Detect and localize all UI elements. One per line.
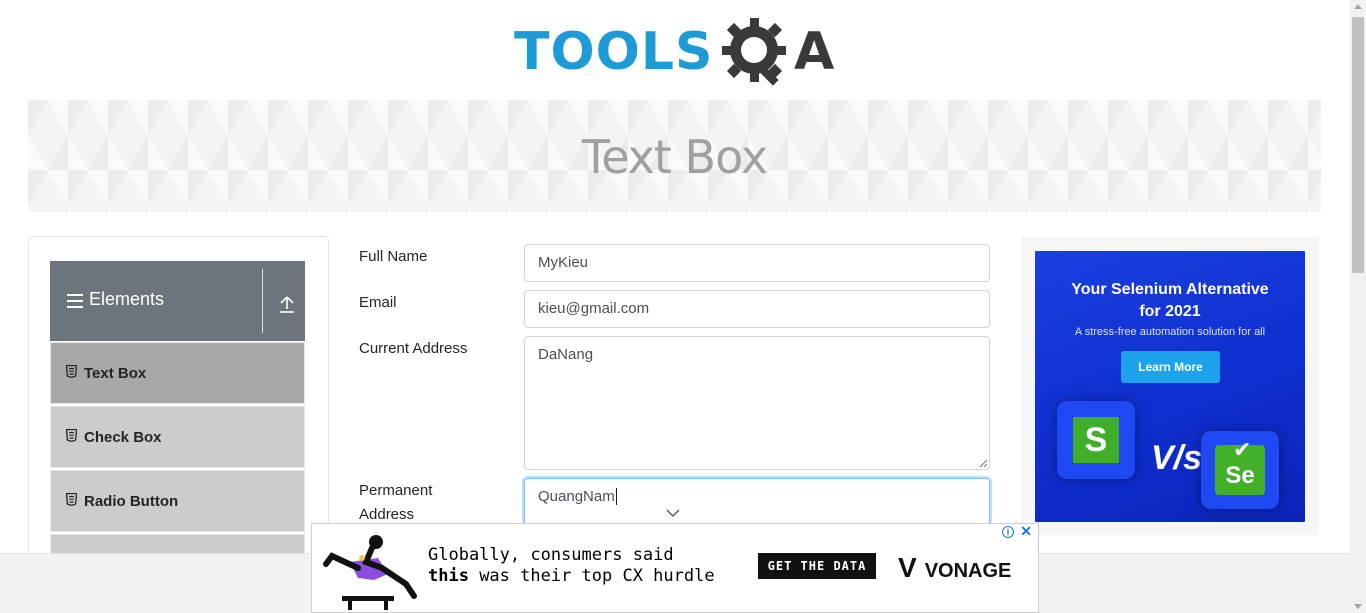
sidebar-item-radio-button[interactable]: Radio Button	[50, 470, 305, 532]
chevron-down-icon[interactable]	[665, 508, 681, 518]
bottom-ad-line2: this was their top CX hurdle	[428, 566, 715, 587]
get-the-data-button[interactable]: GET THE DATA	[758, 553, 876, 579]
resize-handle-icon[interactable]	[979, 459, 988, 468]
ad-info-icon[interactable]: i	[1002, 526, 1014, 538]
side-ad-title-line2: for 2021	[1139, 303, 1201, 320]
html-file-icon	[66, 429, 77, 442]
current-address-label: Current Address	[359, 340, 468, 357]
side-ad-title-line1: Your Selenium Alternative	[1071, 281, 1269, 298]
versus-text: V/s	[1151, 439, 1203, 477]
gear-magnifier-icon	[722, 18, 786, 86]
vonage-logo: V VONAGE	[898, 552, 1011, 584]
sidebar-item-label: Check Box	[84, 429, 162, 446]
logo-text-a: A	[794, 22, 835, 82]
side-ad-title: Your Selenium Alternative for 2021	[1035, 279, 1305, 323]
bottom-ad-line2-bold: this	[428, 566, 469, 586]
upload-icon[interactable]	[278, 294, 296, 314]
side-ad-subtitle: A stress-free automation solution for al…	[1074, 326, 1266, 338]
permanent-address-label-line1: Permanent	[359, 482, 433, 499]
hamburger-icon	[67, 294, 83, 308]
hurdle-runner-illustration	[323, 535, 417, 610]
permanent-address-value: QuangNam	[538, 488, 615, 505]
bottom-ad-line1: Globally, consumers said	[428, 545, 674, 565]
bottom-ad[interactable]: Globally, consumers said this was their …	[311, 523, 1039, 613]
page-banner: Text Box	[28, 100, 1321, 212]
group-header-divider	[262, 269, 263, 333]
html-file-icon	[66, 493, 77, 506]
full-name-input[interactable]: MyKieu	[524, 244, 990, 282]
vonage-mark-icon: V	[898, 552, 917, 583]
ad-close-icon[interactable]: ✕	[1020, 524, 1032, 538]
scroll-down-arrow-icon[interactable]	[1354, 604, 1362, 609]
sidebar-item-check-box[interactable]: Check Box	[50, 406, 305, 468]
full-name-label: Full Name	[359, 248, 428, 265]
sidebar-item-label: Text Box	[84, 365, 147, 382]
sidebar-item-label: Radio Button	[84, 493, 179, 510]
sahi-logo-icon: S	[1057, 401, 1135, 479]
email-input[interactable]: kieu@gmail.com	[524, 290, 990, 328]
text-cursor	[615, 488, 617, 505]
bottom-ad-text: Globally, consumers said this was their …	[428, 545, 715, 587]
sahi-logo-letter: S	[1073, 417, 1119, 463]
scroll-up-arrow-icon[interactable]	[1354, 4, 1362, 9]
sidebar-group-elements[interactable]: Elements	[50, 261, 305, 341]
vonage-brand-text: VONAGE	[924, 560, 1012, 582]
page-scrollbar[interactable]	[1350, 0, 1366, 613]
bottom-ad-line2-rest: was their top CX hurdle	[468, 566, 715, 586]
html-file-icon	[66, 365, 77, 378]
scroll-thumb[interactable]	[1352, 17, 1364, 273]
side-ad[interactable]: Your Selenium Alternative for 2021 A str…	[1035, 251, 1305, 522]
current-address-textarea[interactable]: DaNang	[524, 336, 990, 470]
email-label: Email	[359, 294, 397, 311]
selenium-logo-icon: Se ✔	[1201, 431, 1279, 509]
page-title: Text Box	[581, 130, 768, 184]
sidebar-group-title: Elements	[89, 289, 165, 309]
sidebar-item-text-box[interactable]: Text Box	[50, 342, 305, 404]
logo-text-tools: TOOLS	[514, 22, 714, 82]
learn-more-button[interactable]: Learn More	[1121, 351, 1220, 383]
checkmark-icon: ✔	[1233, 437, 1252, 462]
toolsqa-logo[interactable]: TOOLS A	[514, 14, 838, 92]
current-address-value: DaNang	[538, 346, 594, 363]
